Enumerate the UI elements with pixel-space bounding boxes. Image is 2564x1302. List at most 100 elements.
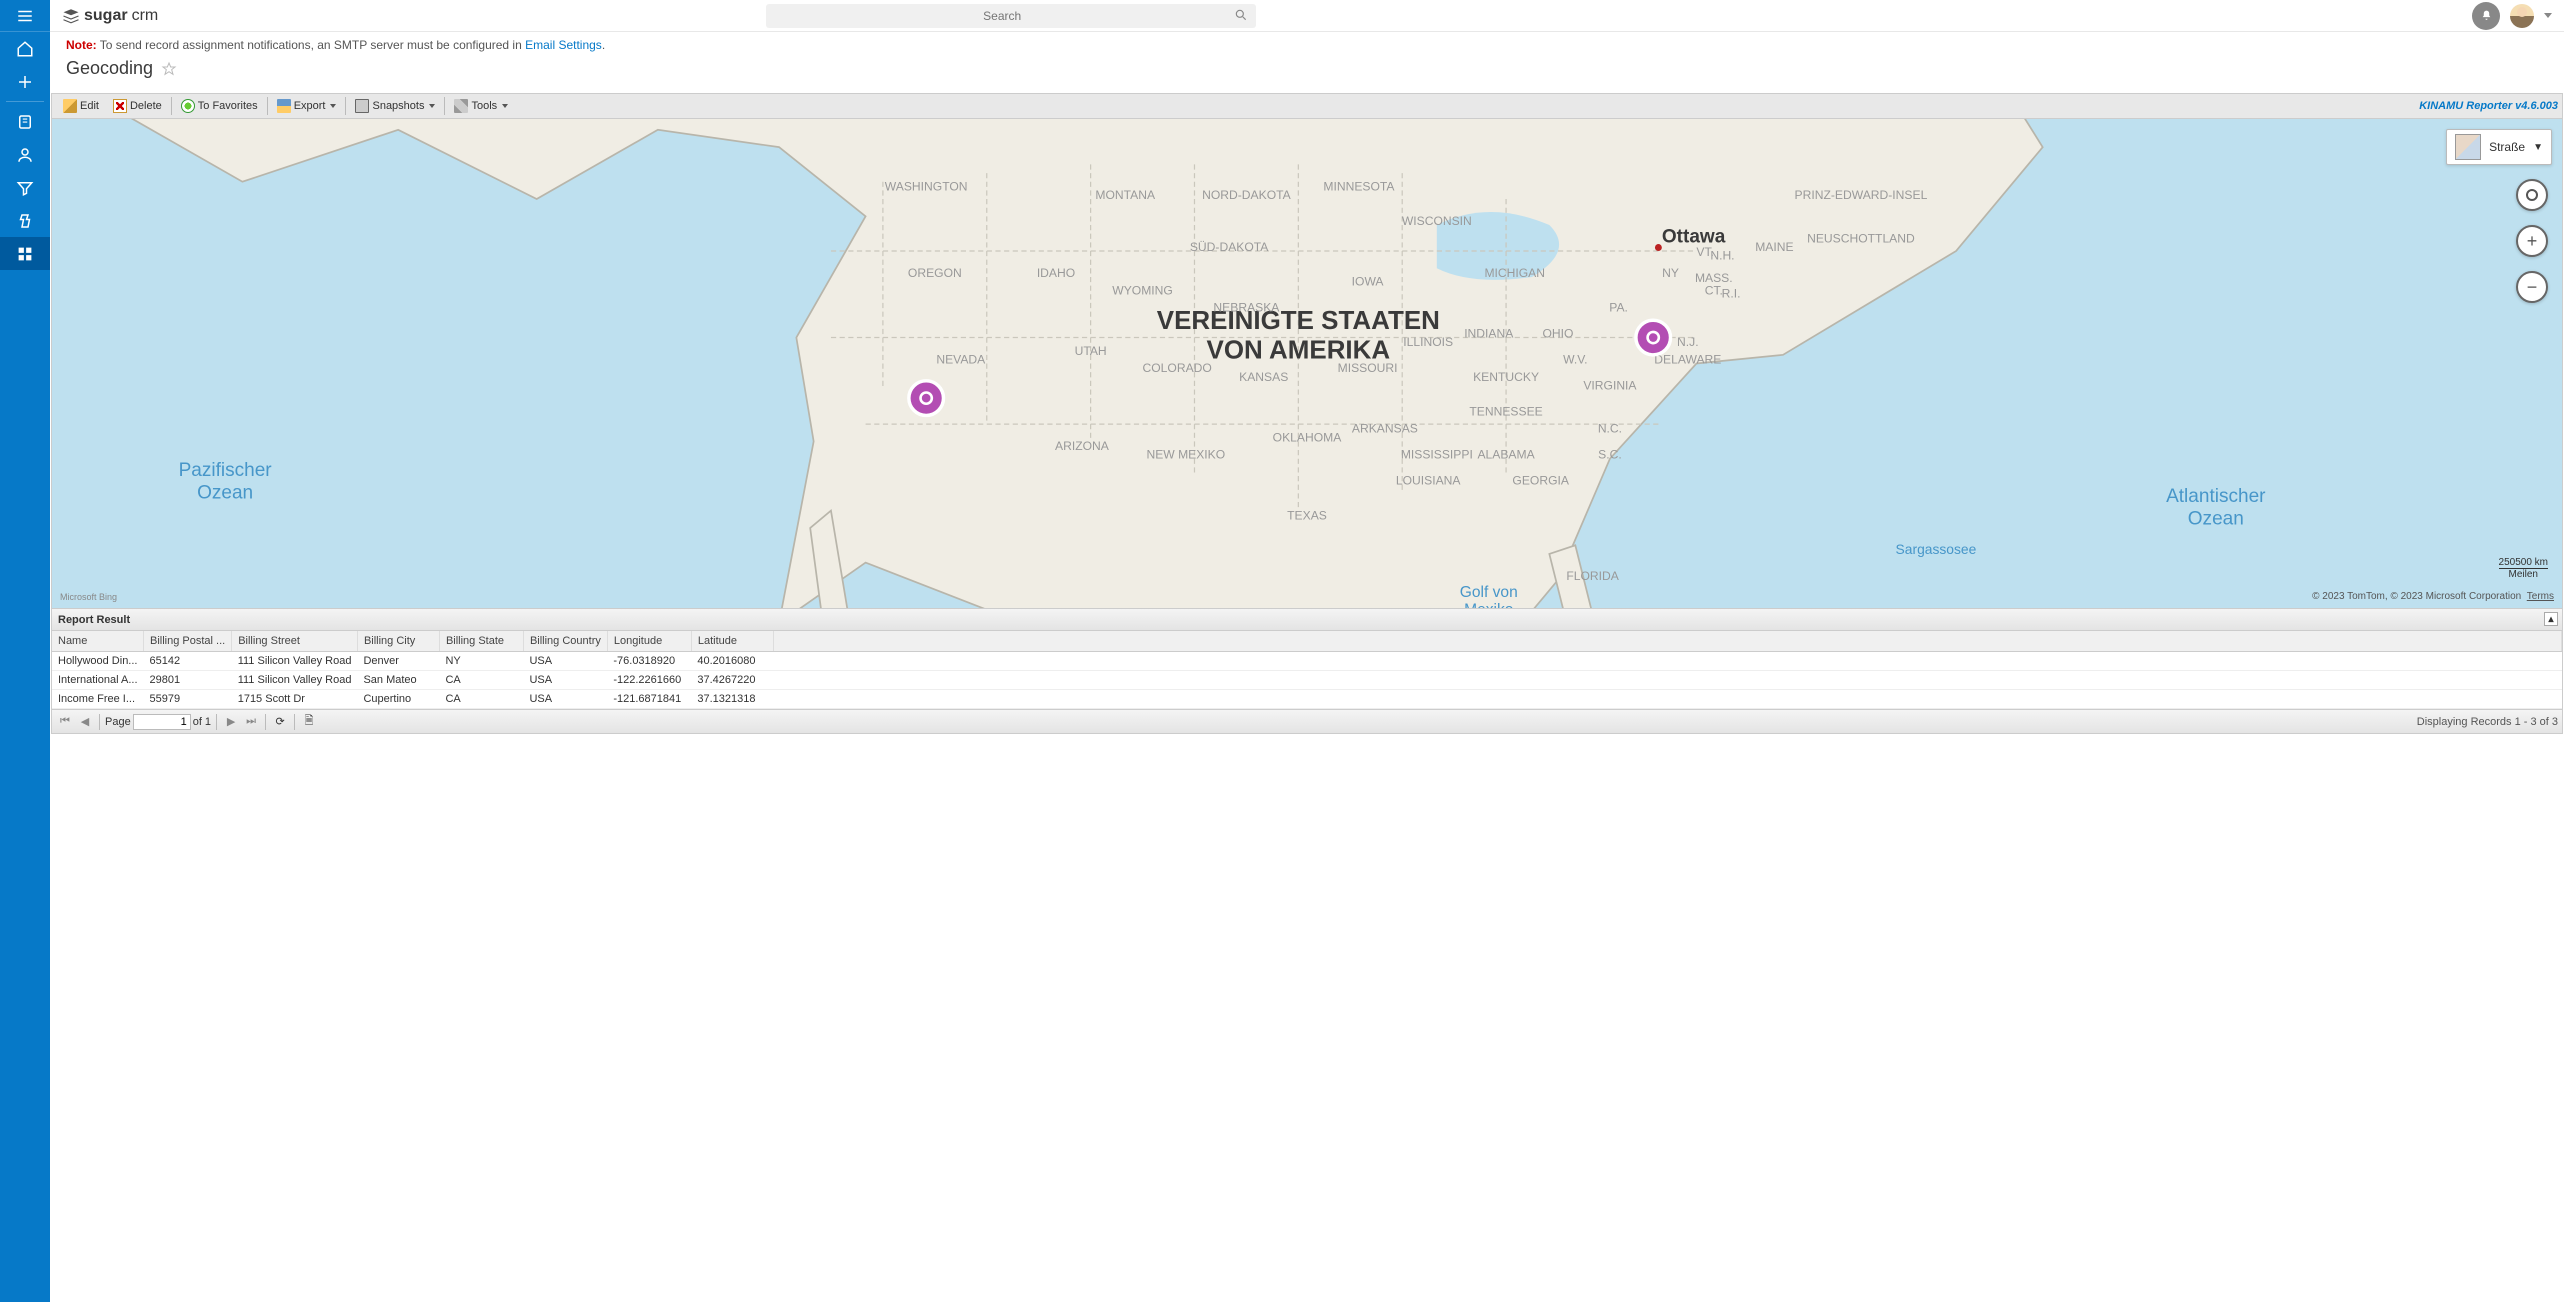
col-latitude[interactable]: Latitude xyxy=(691,631,773,652)
svg-text:PRINZ-EDWARD-INSEL: PRINZ-EDWARD-INSEL xyxy=(1795,188,1928,202)
svg-text:KANSAS: KANSAS xyxy=(1239,370,1288,384)
svg-text:N.J.: N.J. xyxy=(1677,335,1699,349)
table-row[interactable]: International A...29801111 Silicon Valle… xyxy=(52,671,2562,690)
delete-button[interactable]: Delete xyxy=(107,97,168,115)
svg-text:LOUISIANA: LOUISIANA xyxy=(1396,474,1462,488)
nav-contacts[interactable] xyxy=(0,138,50,171)
nav-home[interactable] xyxy=(0,32,50,65)
menu-toggle[interactable] xyxy=(0,0,50,32)
nav-create[interactable] xyxy=(0,65,50,98)
pager: ⏮ ◀ Page of 1 ▶ ⏭ ⟳ 🗎 Displaying Records… xyxy=(51,710,2563,734)
notifications-button[interactable] xyxy=(2472,2,2500,30)
snapshots-button[interactable]: Snapshots xyxy=(349,97,441,115)
table-row[interactable]: Income Free I...559791715 Scott DrCupert… xyxy=(52,690,2562,709)
svg-text:R.I.: R.I. xyxy=(1722,287,1741,301)
col-postal[interactable]: Billing Postal ... xyxy=(144,631,232,652)
col-country[interactable]: Billing Country xyxy=(523,631,607,652)
svg-text:NORD-DAKOTA: NORD-DAKOTA xyxy=(1202,188,1292,202)
svg-text:IDAHO: IDAHO xyxy=(1037,266,1075,280)
svg-text:NY: NY xyxy=(1662,266,1679,280)
nav-reports[interactable] xyxy=(0,237,50,270)
map-marker-east[interactable] xyxy=(1636,320,1671,355)
delete-icon xyxy=(113,99,127,113)
nav-opportunities[interactable] xyxy=(0,204,50,237)
col-name[interactable]: Name xyxy=(52,631,144,652)
pager-last[interactable]: ⏭ xyxy=(242,713,260,731)
svg-text:Mexiko: Mexiko xyxy=(1464,602,1513,609)
svg-text:TENNESSEE: TENNESSEE xyxy=(1469,404,1542,418)
svg-text:N.C.: N.C. xyxy=(1598,422,1622,436)
col-state[interactable]: Billing State xyxy=(439,631,523,652)
col-street[interactable]: Billing Street xyxy=(232,631,358,652)
svg-text:OKLAHOMA: OKLAHOMA xyxy=(1273,430,1343,444)
map-zoom-out-button[interactable]: − xyxy=(2516,271,2548,303)
logo-text-bold: sugar xyxy=(84,7,128,25)
tools-icon xyxy=(454,99,468,113)
svg-text:Atlantischer: Atlantischer xyxy=(2166,486,2266,507)
svg-text:MASS.: MASS. xyxy=(1695,271,1733,285)
bell-icon xyxy=(2480,9,2493,22)
to-favorites-button[interactable]: To Favorites xyxy=(175,97,264,115)
svg-text:WYOMING: WYOMING xyxy=(1112,283,1173,297)
map-type-selector[interactable]: Straße ▼ xyxy=(2446,129,2552,165)
map-locate-button[interactable] xyxy=(2516,179,2548,211)
notice-label: Note: xyxy=(66,38,97,52)
nav-filter[interactable] xyxy=(0,171,50,204)
map-marker-west[interactable] xyxy=(909,381,944,416)
svg-text:VEREINIGTE STAATEN: VEREINIGTE STAATEN xyxy=(1157,305,1440,335)
svg-text:UTAH: UTAH xyxy=(1075,344,1107,358)
col-longitude[interactable]: Longitude xyxy=(607,631,691,652)
map-copyright: © 2023 TomTom, © 2023 Microsoft Corporat… xyxy=(2312,591,2554,602)
pager-export[interactable]: 🗎 xyxy=(300,713,318,731)
pager-prev[interactable]: ◀ xyxy=(76,713,94,731)
svg-text:FLORIDA: FLORIDA xyxy=(1566,569,1619,583)
favorite-star-icon[interactable] xyxy=(161,61,177,77)
svg-text:KENTUCKY: KENTUCKY xyxy=(1473,370,1539,384)
table-row[interactable]: Hollywood Din...65142111 Silicon Valley … xyxy=(52,652,2562,671)
report-result-header: Report Result ▴ xyxy=(51,609,2563,631)
panel-collapse-button[interactable]: ▴ xyxy=(2544,612,2558,626)
map-provider-label: Microsoft Bing xyxy=(60,592,117,602)
app-logo[interactable]: sugarcrm xyxy=(62,7,158,25)
pager-input[interactable] xyxy=(133,714,191,730)
svg-text:OHIO: OHIO xyxy=(1543,327,1574,341)
svg-text:MISSOURI: MISSOURI xyxy=(1338,361,1398,375)
pager-of: of 1 xyxy=(193,716,211,728)
svg-text:N.H.: N.H. xyxy=(1710,249,1734,263)
svg-text:MISSISSIPPI: MISSISSIPPI xyxy=(1401,448,1473,462)
map-terms-link[interactable]: Terms xyxy=(2527,591,2554,602)
svg-text:MONTANA: MONTANA xyxy=(1095,188,1156,202)
svg-text:MINNESOTA: MINNESOTA xyxy=(1323,179,1395,193)
export-button[interactable]: Export xyxy=(271,97,343,115)
user-menu-caret[interactable] xyxy=(2544,13,2552,18)
svg-text:SÜD-DAKOTA: SÜD-DAKOTA xyxy=(1190,240,1269,254)
map-zoom-in-button[interactable]: + xyxy=(2516,225,2548,257)
tools-button[interactable]: Tools xyxy=(448,97,514,115)
nav-accounts[interactable] xyxy=(0,105,50,138)
email-settings-link[interactable]: Email Settings xyxy=(525,38,602,52)
edit-button[interactable]: Edit xyxy=(57,97,105,115)
user-avatar[interactable] xyxy=(2510,4,2534,28)
logo-icon xyxy=(62,7,80,25)
pager-first[interactable]: ⏮ xyxy=(56,713,74,731)
svg-text:MAINE: MAINE xyxy=(1755,240,1793,254)
notice-suffix: . xyxy=(602,38,605,52)
pager-refresh[interactable]: ⟳ xyxy=(271,713,289,731)
col-city[interactable]: Billing City xyxy=(357,631,439,652)
svg-text:VIRGINIA: VIRGINIA xyxy=(1583,378,1637,392)
svg-text:PA.: PA. xyxy=(1609,301,1628,315)
svg-text:ARKANSAS: ARKANSAS xyxy=(1352,422,1418,436)
map-canvas[interactable]: Pazifischer Ozean Atlantischer Ozean Gol… xyxy=(52,119,2562,608)
snapshot-icon xyxy=(355,99,369,113)
search-input[interactable] xyxy=(766,4,1256,28)
svg-text:WASHINGTON: WASHINGTON xyxy=(885,179,968,193)
pager-next[interactable]: ▶ xyxy=(222,713,240,731)
export-icon xyxy=(277,99,291,113)
svg-text:ALABAMA: ALABAMA xyxy=(1477,448,1535,462)
svg-text:MICHIGAN: MICHIGAN xyxy=(1484,266,1545,280)
map-scale: 250500 km Meilen xyxy=(2499,557,2548,580)
map-viewport[interactable]: Pazifischer Ozean Atlantischer Ozean Gol… xyxy=(51,119,2563,609)
svg-text:NEW MEXIKO: NEW MEXIKO xyxy=(1146,448,1225,462)
page-title: Geocoding xyxy=(66,58,153,79)
svg-text:ARIZONA: ARIZONA xyxy=(1055,439,1110,453)
